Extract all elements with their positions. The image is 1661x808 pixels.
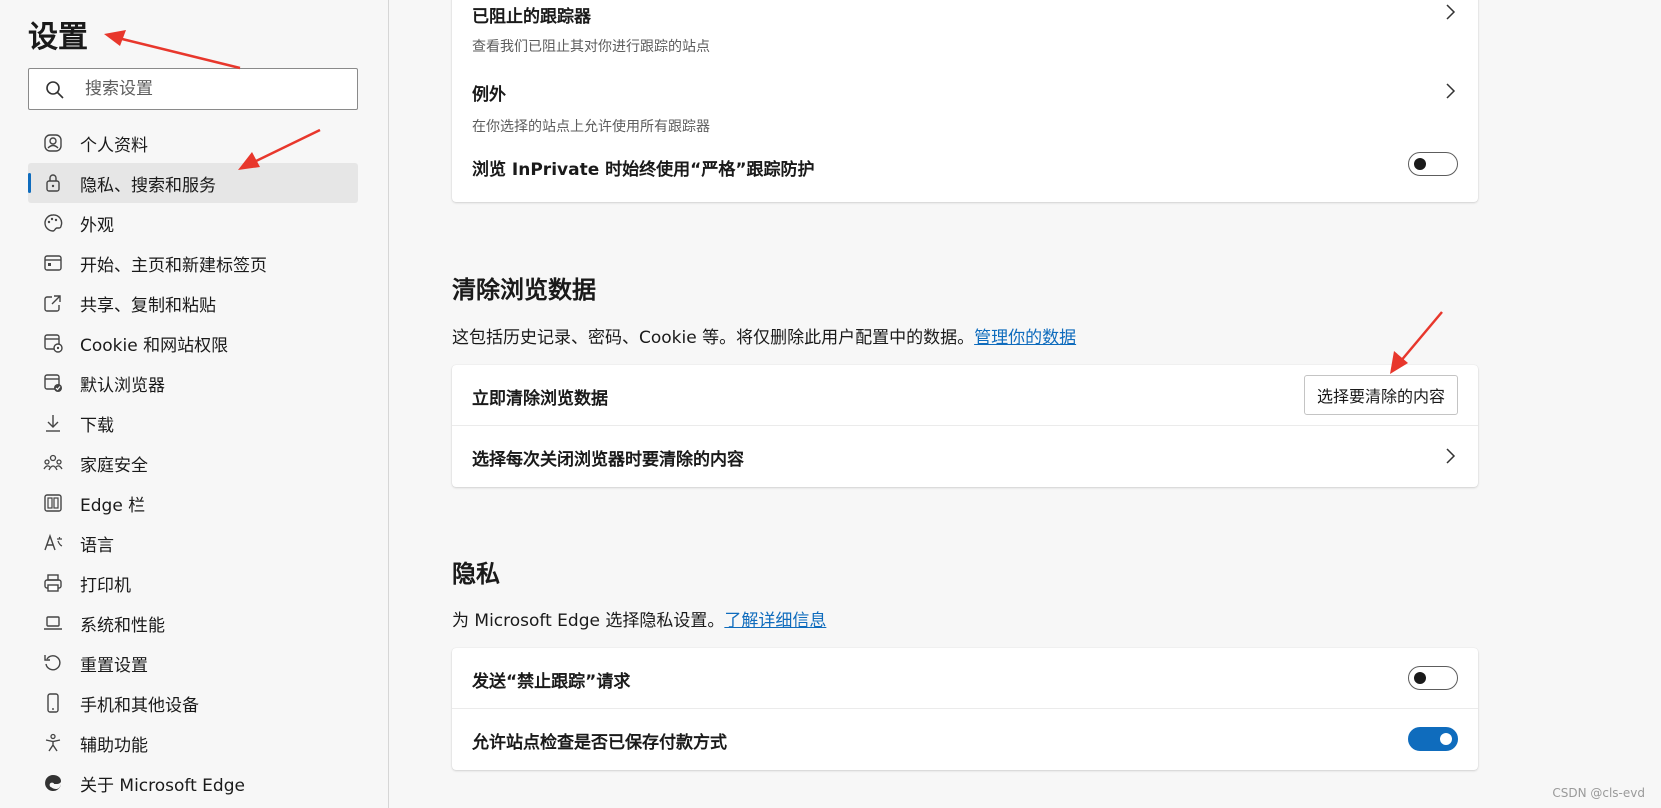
- sidebar-item-label: 共享、复制和粘贴: [80, 295, 216, 316]
- sidebar-item-about[interactable]: 关于 Microsoft Edge: [28, 763, 358, 803]
- chevron-right-icon: [1446, 448, 1456, 464]
- learn-more-link[interactable]: 了解详细信息: [724, 611, 826, 631]
- reset-icon: [44, 655, 61, 671]
- sidebar-item-family[interactable]: 家庭安全: [28, 443, 358, 483]
- family-icon: [43, 454, 63, 471]
- sidebar-item-phone[interactable]: 手机和其他设备: [28, 683, 358, 723]
- payment-check-toggle[interactable]: [1408, 727, 1458, 751]
- sidebar-item-profile[interactable]: 个人资料: [28, 123, 358, 163]
- inprivate-strict-toggle[interactable]: [1408, 152, 1458, 176]
- toggle-knob: [1440, 733, 1452, 745]
- home-page-icon: [44, 255, 62, 271]
- sidebar-item-share[interactable]: 共享、复制和粘贴: [28, 283, 358, 323]
- sidebar-item-label: 语言: [80, 535, 114, 556]
- clear-data-desc: 这包括历史记录、密码、Cookie 等。将仅删除此用户配置中的数据。管理你的数据: [452, 323, 1076, 348]
- sidebar-item-label: 关于 Microsoft Edge: [80, 775, 245, 796]
- sidebar-item-printers[interactable]: 打印机: [28, 563, 358, 603]
- sidebar-item-label: Edge 栏: [80, 495, 146, 516]
- sidebar-item-default-browser[interactable]: 默认浏览器: [28, 363, 358, 403]
- language-icon: [44, 533, 63, 551]
- blocked-trackers-row[interactable]: 已阻止的跟踪器 查看我们已阻止其对你进行跟踪的站点: [452, 0, 1478, 78]
- sidebar-item-label: 手机和其他设备: [80, 695, 199, 716]
- edge-logo-icon: [45, 775, 61, 791]
- sidebar-item-label: 系统和性能: [80, 615, 165, 636]
- sidebar-item-system[interactable]: 系统和性能: [28, 603, 358, 643]
- sidebar-item-label: 外观: [80, 215, 114, 236]
- sidebar-item-label: 打印机: [80, 575, 131, 596]
- chevron-right-icon: [1446, 83, 1456, 99]
- phone-icon: [47, 693, 59, 713]
- toggle-knob: [1414, 158, 1426, 170]
- clear-on-close-row[interactable]: 选择每次关闭浏览器时要清除的内容: [452, 426, 1478, 487]
- privacy-desc-text: 为 Microsoft Edge 选择隐私设置。: [452, 611, 725, 631]
- edge-bar-icon: [44, 494, 62, 512]
- watermark: CSDN @cls-evd: [1552, 786, 1645, 800]
- profile-icon: [44, 134, 62, 152]
- do-not-track-title: 发送“禁止跟踪”请求: [472, 672, 631, 692]
- main-content: 已阻止的跟踪器 查看我们已阻止其对你进行跟踪的站点 例外 在你选择的站点上允许使…: [389, 0, 1661, 808]
- laptop-icon: [44, 616, 62, 630]
- payment-check-row: 允许站点检查是否已保存付款方式: [452, 709, 1478, 770]
- lock-icon: [46, 174, 60, 192]
- search-icon: [46, 81, 64, 99]
- page-title: 设置: [28, 20, 88, 55]
- sidebar-item-label: 开始、主页和新建标签页: [80, 255, 267, 276]
- chevron-right-icon: [1446, 4, 1456, 20]
- sidebar-nav: 个人资料 隐私、搜索和服务 外观 开始、主页和新建标签页 共享、复制和粘贴 Co…: [28, 123, 358, 803]
- search-box[interactable]: [28, 68, 358, 110]
- clear-on-close-title: 选择每次关闭浏览器时要清除的内容: [472, 450, 744, 470]
- sidebar: 设置 个人资料 隐私、搜索和服务 外观 开始、主页和新建标签页 共享、复制和粘贴: [0, 0, 389, 808]
- sidebar-item-label: 家庭安全: [80, 455, 148, 476]
- clear-data-heading: 清除浏览数据: [452, 276, 596, 304]
- sidebar-item-accessibility[interactable]: 辅助功能: [28, 723, 358, 763]
- clear-now-title: 立即清除浏览数据: [472, 389, 608, 409]
- sidebar-item-appearance[interactable]: 外观: [28, 203, 358, 243]
- download-icon: [46, 415, 60, 432]
- inprivate-strict-row: 浏览 InPrivate 时始终使用“严格”跟踪防护: [452, 144, 1478, 194]
- sidebar-item-language[interactable]: 语言: [28, 523, 358, 563]
- manage-data-link[interactable]: 管理你的数据: [974, 328, 1076, 348]
- toggle-knob: [1414, 672, 1426, 684]
- clear-data-card: 立即清除浏览数据 选择要清除的内容 选择每次关闭浏览器时要清除的内容: [452, 365, 1478, 487]
- site-permissions-icon: [44, 334, 63, 353]
- sidebar-item-reset[interactable]: 重置设置: [28, 643, 358, 683]
- sidebar-item-downloads[interactable]: 下载: [28, 403, 358, 443]
- search-input[interactable]: [85, 75, 345, 103]
- sidebar-item-label: 默认浏览器: [80, 375, 165, 396]
- payment-check-title: 允许站点检查是否已保存付款方式: [472, 733, 727, 753]
- share-icon: [44, 295, 61, 312]
- do-not-track-toggle[interactable]: [1408, 666, 1458, 690]
- clear-data-desc-text: 这包括历史记录、密码、Cookie 等。将仅删除此用户配置中的数据。: [452, 328, 975, 348]
- privacy-heading: 隐私: [452, 560, 500, 588]
- sidebar-item-cookies[interactable]: Cookie 和网站权限: [28, 323, 358, 363]
- privacy-card: 发送“禁止跟踪”请求 允许站点检查是否已保存付款方式: [452, 648, 1478, 770]
- blocked-trackers-title: 已阻止的跟踪器: [472, 7, 591, 27]
- sidebar-item-start-home[interactable]: 开始、主页和新建标签页: [28, 243, 358, 283]
- palette-icon: [44, 214, 63, 232]
- sidebar-item-label: 辅助功能: [80, 735, 148, 756]
- accessibility-icon: [45, 733, 61, 752]
- exceptions-desc: 在你选择的站点上允许使用所有跟踪器: [472, 119, 710, 135]
- sidebar-item-label: 重置设置: [80, 655, 148, 676]
- default-browser-icon: [44, 374, 62, 392]
- inprivate-strict-title: 浏览 InPrivate 时始终使用“严格”跟踪防护: [472, 160, 815, 180]
- clear-now-row: 立即清除浏览数据 选择要清除的内容: [452, 365, 1478, 425]
- tracking-prevention-card: 已阻止的跟踪器 查看我们已阻止其对你进行跟踪的站点 例外 在你选择的站点上允许使…: [452, 0, 1478, 202]
- blocked-trackers-desc: 查看我们已阻止其对你进行跟踪的站点: [472, 39, 710, 55]
- exceptions-title: 例外: [472, 85, 506, 105]
- sidebar-item-privacy[interactable]: 隐私、搜索和服务: [28, 163, 358, 203]
- printer-icon: [44, 574, 62, 592]
- do-not-track-row: 发送“禁止跟踪”请求: [452, 648, 1478, 708]
- choose-what-to-clear-button[interactable]: 选择要清除的内容: [1303, 375, 1458, 415]
- privacy-desc: 为 Microsoft Edge 选择隐私设置。了解详细信息: [452, 606, 826, 631]
- sidebar-item-label: Cookie 和网站权限: [80, 335, 229, 356]
- sidebar-item-edge-bar[interactable]: Edge 栏: [28, 483, 358, 523]
- sidebar-item-label: 个人资料: [80, 135, 148, 156]
- sidebar-item-label: 隐私、搜索和服务: [80, 175, 216, 196]
- sidebar-item-label: 下载: [80, 415, 114, 436]
